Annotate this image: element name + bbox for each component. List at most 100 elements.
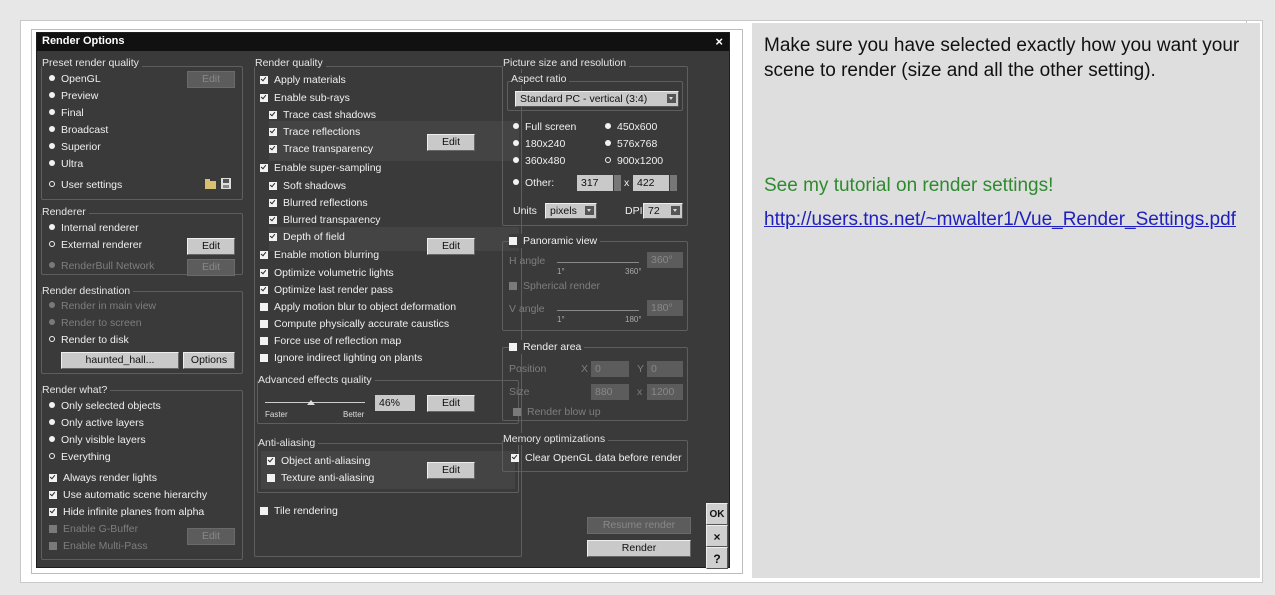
units-select[interactable]: pixels — [545, 203, 597, 219]
q-supersampling[interactable]: Enable super-sampling — [260, 161, 381, 175]
preset-final[interactable]: Final — [49, 106, 84, 120]
area-y-input[interactable]: 0 — [647, 361, 683, 377]
area-x-label: X — [581, 363, 589, 375]
res-450[interactable]: 450x600 — [605, 120, 657, 134]
v-angle-track[interactable] — [557, 310, 639, 311]
tile-rendering[interactable]: Tile rendering — [260, 504, 338, 518]
preset-title: Preset render quality — [42, 57, 142, 69]
aa-object[interactable]: Object anti-aliasing — [267, 454, 370, 468]
picture-title: Picture size and resolution — [503, 57, 630, 69]
aa-texture[interactable]: Texture anti-aliasing — [267, 471, 374, 485]
dest-options-button[interactable]: Options — [183, 352, 235, 369]
renderer-external[interactable]: External renderer — [49, 238, 142, 252]
q-dof[interactable]: Depth of field — [269, 230, 345, 244]
q-apply-materials[interactable]: Apply materials — [260, 73, 346, 87]
preset-preview[interactable]: Preview — [49, 89, 98, 103]
what-visible[interactable]: Only visible layers — [49, 433, 146, 447]
renderer-edit-button[interactable]: Edit — [187, 238, 235, 255]
render-area-toggle[interactable]: Render area — [509, 340, 585, 354]
res-other[interactable]: Other: — [513, 176, 554, 190]
resume-render-button[interactable]: Resume render — [587, 517, 691, 534]
render-button[interactable]: Render — [587, 540, 691, 557]
area-w-input[interactable]: 880 — [591, 384, 629, 400]
res-width-input[interactable]: 317 — [577, 175, 613, 191]
preset-user-settings[interactable]: User settings — [49, 178, 122, 192]
area-x-input[interactable]: 0 — [591, 361, 629, 377]
what-selected[interactable]: Only selected objects — [49, 399, 161, 413]
q-subrays[interactable]: Enable sub-rays — [260, 91, 350, 105]
antialias-edit-button[interactable]: Edit — [427, 462, 475, 479]
advanced-title: Advanced effects quality — [258, 374, 375, 386]
res-width-spinner[interactable] — [614, 175, 621, 191]
dest-main-view[interactable]: Render in main view — [49, 299, 156, 313]
dof-edit-button[interactable]: Edit — [427, 238, 475, 255]
ok-button[interactable]: OK — [706, 503, 728, 525]
tutorial-link[interactable]: http://users.tns.net/~mwalter1/Vue_Rende… — [764, 207, 1246, 233]
dest-disk[interactable]: Render to disk — [49, 333, 129, 347]
preset-superior[interactable]: Superior — [49, 140, 101, 154]
h-angle-value[interactable]: 360° — [647, 252, 683, 268]
advanced-slider-track[interactable] — [265, 402, 365, 403]
res-180[interactable]: 180x240 — [513, 137, 565, 151]
what-lights[interactable]: Always render lights — [49, 471, 157, 485]
renderer-title: Renderer — [42, 206, 89, 218]
q-motion-deform[interactable]: Apply motion blur to object deformation — [260, 300, 456, 314]
res-full-screen[interactable]: Full screen — [513, 120, 576, 134]
what-gbuffer[interactable]: Enable G-Buffer — [49, 522, 138, 536]
what-edit-button[interactable]: Edit — [187, 528, 235, 545]
q-blurred-transparency[interactable]: Blurred transparency — [269, 213, 380, 227]
q-motion-blur[interactable]: Enable motion blurring — [260, 248, 379, 262]
preset-ultra[interactable]: Ultra — [49, 157, 83, 171]
q-volumetric[interactable]: Optimize volumetric lights — [260, 266, 394, 280]
spherical-render[interactable]: Spherical render — [509, 279, 600, 293]
q-reflections[interactable]: Trace reflections — [269, 125, 360, 139]
h-angle-track[interactable] — [557, 262, 639, 263]
what-active[interactable]: Only active layers — [49, 416, 144, 430]
v-angle-max: 180° — [625, 315, 642, 324]
q-indirect[interactable]: Ignore indirect lighting on plants — [260, 351, 422, 365]
q-transparency[interactable]: Trace transparency — [269, 142, 373, 156]
folder-icon[interactable] — [205, 179, 217, 190]
dpi-select[interactable]: 72 — [643, 203, 683, 219]
renderbull-edit-button[interactable]: Edit — [187, 259, 235, 276]
q-caustics[interactable]: Compute physically accurate caustics — [260, 317, 449, 331]
res-900[interactable]: 900x1200 — [605, 154, 663, 168]
clear-opengl[interactable]: Clear OpenGL data before render — [511, 451, 682, 465]
renderer-renderbull[interactable]: RenderBull Network — [49, 259, 154, 273]
cancel-button[interactable]: × — [706, 525, 728, 547]
v-angle-value[interactable]: 180° — [647, 300, 683, 316]
preset-edit-button[interactable]: Edit — [187, 71, 235, 88]
res-times: x — [624, 177, 630, 189]
what-everything[interactable]: Everything — [49, 450, 111, 464]
close-icon[interactable]: × — [715, 34, 723, 49]
panoramic-toggle[interactable]: Panoramic view — [509, 234, 601, 248]
what-infinite[interactable]: Hide infinite planes from alpha — [49, 505, 204, 519]
preset-opengl[interactable]: OpenGL — [49, 72, 101, 86]
renderer-internal[interactable]: Internal renderer — [49, 221, 139, 235]
area-h-input[interactable]: 1200 — [647, 384, 683, 400]
what-multipass[interactable]: Enable Multi-Pass — [49, 539, 148, 553]
dest-file-button[interactable]: haunted_hall... — [61, 352, 179, 369]
advanced-value[interactable]: 46% — [375, 395, 415, 411]
title-bar: Render Options × — [37, 33, 729, 51]
advanced-edit-button[interactable]: Edit — [427, 395, 475, 412]
res-height-input[interactable]: 422 — [633, 175, 669, 191]
dest-screen[interactable]: Render to screen — [49, 316, 142, 330]
q-last-pass[interactable]: Optimize last render pass — [260, 283, 393, 297]
res-height-spinner[interactable] — [670, 175, 677, 191]
q-soft-shadows[interactable]: Soft shadows — [269, 179, 346, 193]
what-hierarchy[interactable]: Use automatic scene hierarchy — [49, 488, 207, 502]
aspect-select[interactable]: Standard PC - vertical (3:4) — [515, 91, 679, 107]
help-button[interactable]: ? — [706, 547, 728, 569]
res-576[interactable]: 576x768 — [605, 137, 657, 151]
res-360[interactable]: 360x480 — [513, 154, 565, 168]
preset-broadcast[interactable]: Broadcast — [49, 123, 108, 137]
save-icon[interactable] — [221, 178, 232, 190]
q-reflection-map[interactable]: Force use of reflection map — [260, 334, 401, 348]
render-blowup[interactable]: Render blow up — [513, 405, 601, 419]
h-angle-label: H angle — [509, 255, 546, 267]
advanced-slider-knob[interactable] — [307, 400, 315, 405]
q-blurred-reflections[interactable]: Blurred reflections — [269, 196, 368, 210]
quality-edit-button[interactable]: Edit — [427, 134, 475, 151]
q-cast-shadows[interactable]: Trace cast shadows — [269, 108, 376, 122]
